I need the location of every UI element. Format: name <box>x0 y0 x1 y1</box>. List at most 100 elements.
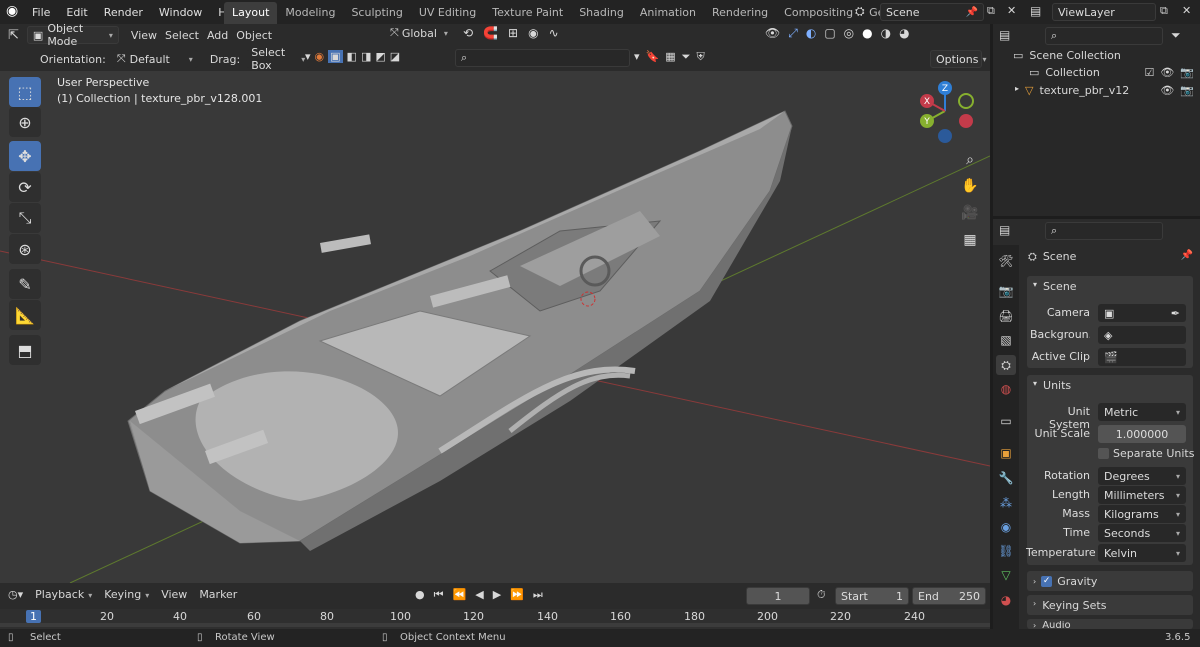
perspective-grid-icon[interactable]: ▦ <box>958 228 982 252</box>
tab-texture-paint[interactable]: Texture Paint <box>484 2 571 24</box>
properties-search-input[interactable]: ⌕ <box>1045 222 1163 240</box>
menu-object[interactable]: Object <box>236 29 272 42</box>
rotate-tool-icon[interactable]: ⟳ <box>9 172 41 202</box>
keying-sets-header[interactable]: › Keying Sets <box>1033 599 1106 612</box>
move-tool-icon[interactable]: ✥ <box>9 141 41 171</box>
add-cube-tool-icon[interactable]: ⬒ <box>9 335 41 365</box>
outliner-search-input[interactable]: ⌕ <box>1045 27 1163 45</box>
constraints-tab-icon[interactable]: ⛓ <box>996 541 1016 561</box>
tab-layout[interactable]: Layout <box>224 2 278 24</box>
remove-view-layer-icon[interactable]: ✕ <box>1182 4 1191 17</box>
filter-icon[interactable]: ⏷ <box>1171 28 1181 43</box>
pan-hand-icon[interactable]: ✋ <box>958 174 982 198</box>
options-dropdown[interactable]: Options ▾ <box>930 50 986 68</box>
chevron-down-icon[interactable]: ▾ <box>305 50 311 63</box>
timeline-marker-menu[interactable]: Marker <box>199 588 237 601</box>
select-subtract-icon[interactable]: ◨ <box>361 50 371 63</box>
3d-viewport[interactable]: User Perspective (1) Collection | textur… <box>0 71 990 583</box>
remove-scene-icon[interactable]: ✕ <box>1007 4 1016 17</box>
eyedropper-icon[interactable]: ✒ <box>1171 307 1180 320</box>
snap-target-icon[interactable]: ⊞ <box>508 26 518 40</box>
world-tab-icon[interactable]: ◍ <box>996 379 1016 399</box>
playback-menu[interactable]: Playback ▾ <box>35 588 92 601</box>
render-tab-icon[interactable]: 📷 <box>996 281 1016 301</box>
select-invert-icon[interactable]: ◩ <box>375 50 385 63</box>
scene-selector[interactable]: Scene 📌 <box>880 3 984 21</box>
scene-panel-header[interactable]: ▾ Scene <box>1033 280 1077 293</box>
outliner-collection-row[interactable]: ▭ Collection ☑ 👁 📷 <box>1029 66 1194 79</box>
mass-dropdown[interactable]: Kilograms ▾ <box>1098 505 1186 523</box>
menu-file[interactable]: File <box>24 6 58 19</box>
view-layer-icon[interactable]: ▤ <box>1030 4 1041 18</box>
time-dropdown[interactable]: Seconds ▾ <box>1098 524 1186 542</box>
jump-start-icon[interactable]: ⏮ <box>434 588 444 602</box>
tab-modeling[interactable]: Modeling <box>277 2 343 24</box>
overlay-icon[interactable]: ◐ <box>806 26 816 41</box>
checkbox-icon[interactable]: ☑ <box>1144 66 1154 79</box>
select-extend-icon[interactable]: ◧ <box>347 50 357 63</box>
audio-panel-header[interactable]: › Audio <box>1033 621 1071 629</box>
material-tab-icon[interactable]: ◕ <box>996 590 1016 610</box>
camera-icon[interactable]: 📷 <box>1180 66 1194 79</box>
editor-type-icon[interactable]: ⇱ <box>8 28 19 43</box>
solid-shading-icon[interactable]: ● <box>862 26 872 41</box>
rotation-dropdown[interactable]: Degrees ▾ <box>1098 467 1186 485</box>
menu-window[interactable]: Window <box>151 6 210 19</box>
scale-tool-icon[interactable]: ⤡ <box>9 203 41 233</box>
outliner-editor-icon[interactable]: ▤ <box>999 28 1010 42</box>
menu-edit[interactable]: Edit <box>58 6 95 19</box>
expand-arrow-icon[interactable]: ▸ <box>1015 84 1019 97</box>
tab-compositing[interactable]: Compositing <box>776 2 861 24</box>
scene-tab-icon[interactable]: ⛭ <box>996 355 1016 375</box>
tab-animation[interactable]: Animation <box>632 2 704 24</box>
record-icon[interactable]: ● <box>415 588 425 602</box>
jump-end-icon[interactable]: ⏭ <box>533 588 543 602</box>
stopwatch-icon[interactable]: ⏱ <box>817 588 826 602</box>
new-scene-icon[interactable]: ⧉ <box>987 4 995 18</box>
timeline-ruler[interactable]: 1 20 40 60 80 100 120 140 160 180 200 22… <box>0 609 990 629</box>
units-panel-header[interactable]: ▾ Units <box>1033 379 1071 392</box>
select-new-icon[interactable]: ▣ <box>328 50 343 63</box>
modifier-tab-icon[interactable]: 🔧 <box>996 468 1016 488</box>
eye-icon[interactable]: 👁 <box>1160 84 1174 97</box>
length-dropdown[interactable]: Millimeters ▾ <box>1098 486 1186 504</box>
pivot-icon[interactable]: ⟲ <box>463 26 473 40</box>
scene-icon[interactable]: ⛭ <box>855 4 865 19</box>
xray-icon[interactable]: ▢ <box>824 26 835 41</box>
tool-tab-icon[interactable]: 🛠 <box>996 251 1016 271</box>
wireframe-shading-icon[interactable]: ◎ <box>844 26 854 41</box>
timeline-editor-icon[interactable]: ◷▾ <box>8 588 23 601</box>
pin-icon[interactable]: 📌 <box>1181 250 1193 264</box>
gravity-panel-header[interactable]: › ✓ Gravity <box>1033 575 1097 588</box>
collection-tab-icon[interactable]: ▭ <box>996 411 1016 431</box>
frame-cursor[interactable]: 1 <box>26 610 41 623</box>
outliner-scene-collection[interactable]: ▭ Scene Collection <box>1013 49 1121 62</box>
cursor-tool-icon[interactable]: ⊕ <box>9 107 41 137</box>
play-icon[interactable]: ▶ <box>493 588 501 602</box>
snap-icon[interactable]: 🧲 <box>483 26 498 40</box>
unit-system-dropdown[interactable]: Metric ▾ <box>1098 403 1186 421</box>
background-field[interactable]: ◈ <box>1098 326 1186 344</box>
play-reverse-icon[interactable]: ◀ <box>475 588 483 602</box>
camera-icon[interactable]: 📷 <box>1180 84 1194 97</box>
menu-select[interactable]: Select <box>165 29 199 42</box>
keying-menu[interactable]: Keying ▾ <box>104 588 149 601</box>
gravity-checkbox-icon[interactable]: ✓ <box>1041 576 1053 587</box>
transform-orientation[interactable]: ⤧ Global ▾ <box>390 26 448 40</box>
tab-shading[interactable]: Shading <box>571 2 632 24</box>
camera-field[interactable]: ▣ ✒ <box>1098 304 1186 322</box>
transform-tool-icon[interactable]: ⊛ <box>9 234 41 264</box>
select-intersect-icon[interactable]: ◪ <box>390 50 400 63</box>
temperature-dropdown[interactable]: Kelvin ▾ <box>1098 544 1186 562</box>
menu-add[interactable]: Add <box>207 29 228 42</box>
visibility-icon[interactable]: 👁 <box>765 26 780 41</box>
viewport-search-input[interactable]: ⌕ <box>455 49 630 67</box>
outliner-object-row[interactable]: ▸ ▽ texture_pbr_v128.0( 👁 📷 <box>1015 84 1194 97</box>
pin-icon[interactable]: 📌 <box>966 7 978 18</box>
view-layer-tab-icon[interactable]: ▧ <box>996 330 1016 350</box>
unit-scale-input[interactable]: 1.000000 <box>1098 425 1186 443</box>
tab-rendering[interactable]: Rendering <box>704 2 776 24</box>
falloff-icon[interactable]: ∿ <box>549 26 559 40</box>
filter-icon[interactable]: ⏷ <box>682 50 691 64</box>
blender-logo-icon[interactable]: ◉ <box>6 3 24 21</box>
